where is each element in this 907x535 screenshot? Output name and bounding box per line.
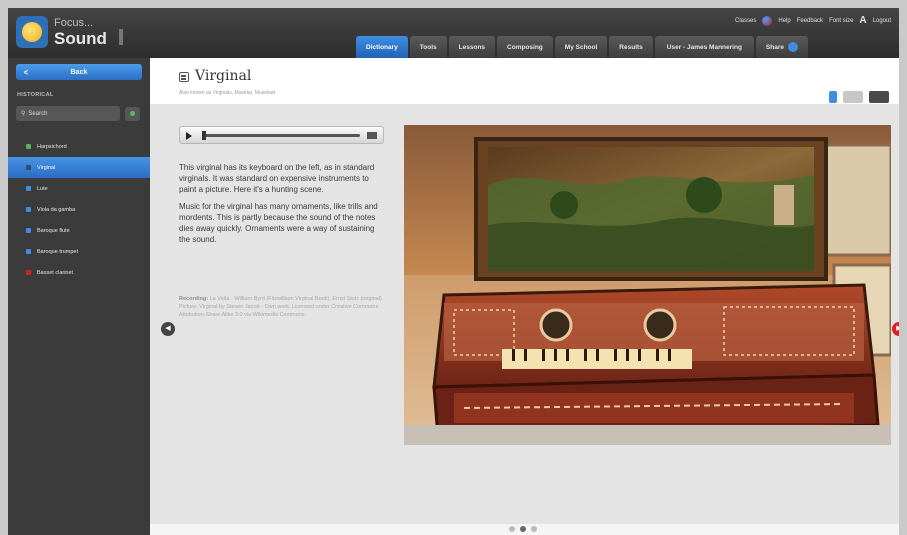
instrument-icon bbox=[26, 165, 31, 170]
sidebar-item-virginal[interactable]: Virginal bbox=[8, 157, 150, 178]
search-placeholder: Search bbox=[28, 110, 48, 117]
page-title: Virginal bbox=[195, 68, 252, 84]
share-icon bbox=[788, 42, 798, 52]
back-button[interactable]: < Back bbox=[16, 64, 142, 80]
tab-lessons[interactable]: Lessons bbox=[448, 36, 496, 58]
tab-share[interactable]: Share bbox=[755, 36, 808, 58]
sidebar-item-viola-da-gamba[interactable]: Viola da gamba bbox=[8, 199, 150, 220]
tab-tools[interactable]: Tools bbox=[409, 36, 447, 58]
bottom-pagination-bar bbox=[150, 524, 899, 535]
search-go-button[interactable] bbox=[125, 107, 140, 121]
volume-icon[interactable] bbox=[367, 132, 377, 139]
logo-icon bbox=[16, 16, 48, 48]
page-subtitle: Also known as Virginals, Muselar, Musela… bbox=[179, 90, 276, 96]
main-nav-tabs: Dictionary Tools Lessons Composing My Sc… bbox=[356, 36, 810, 58]
sidebar: < Back HISTORICAL ⚲ Search Harpsichord V… bbox=[8, 58, 150, 535]
page-dot[interactable] bbox=[509, 526, 515, 532]
instrument-icon bbox=[26, 186, 31, 191]
credits-text: La Volta - William Byrd (Fitzwilliam Vir… bbox=[179, 296, 382, 318]
credits-label: Recording: bbox=[179, 296, 209, 302]
tab-user[interactable]: User - James Mannering bbox=[654, 36, 754, 58]
instrument-icon bbox=[26, 249, 31, 254]
feedback-link[interactable]: Feedback bbox=[797, 18, 823, 24]
description-paragraph: Music for the virginal has many ornament… bbox=[179, 202, 378, 244]
page-dot-active[interactable] bbox=[520, 526, 526, 532]
audio-player bbox=[179, 126, 384, 144]
help-link[interactable]: Help bbox=[778, 18, 790, 24]
instrument-icon bbox=[26, 228, 31, 233]
text-view-icon[interactable] bbox=[829, 91, 837, 103]
font-size-increase-button[interactable]: A bbox=[859, 15, 866, 26]
instrument-icon bbox=[26, 207, 31, 212]
search-input[interactable]: ⚲ Search bbox=[16, 106, 120, 121]
logo-text-line1: Focus... bbox=[54, 17, 94, 29]
main-content: Virginal Also known as Virginals, Musela… bbox=[150, 58, 899, 535]
app-logo[interactable]: Focus... Sound bbox=[16, 14, 126, 50]
previous-arrow-icon[interactable]: ◀ bbox=[161, 322, 175, 336]
tab-composing[interactable]: Composing bbox=[497, 36, 553, 58]
audio-progress-track[interactable] bbox=[202, 134, 360, 137]
sidebar-item-basset-clarinet[interactable]: Basset clarinet bbox=[8, 262, 150, 283]
virginal-image bbox=[404, 125, 891, 445]
logo-text-line2: Sound bbox=[54, 29, 107, 48]
image-view-icon[interactable] bbox=[843, 91, 863, 103]
sidebar-item-label: Baroque trumpet bbox=[37, 248, 78, 255]
tab-dictionary[interactable]: Dictionary bbox=[356, 36, 408, 58]
dictionary-entry-icon bbox=[179, 72, 189, 82]
sidebar-item-lute[interactable]: Lute bbox=[8, 178, 150, 199]
page-indicator bbox=[509, 526, 537, 532]
tab-share-label: Share bbox=[765, 43, 784, 51]
flag-icon[interactable] bbox=[762, 15, 773, 26]
instrument-photo bbox=[404, 125, 891, 445]
sidebar-item-label: Baroque flute bbox=[37, 227, 70, 234]
content-header: Virginal Also known as Virginals, Musela… bbox=[150, 58, 899, 104]
play-icon[interactable] bbox=[186, 132, 192, 140]
font-size-link[interactable]: Font size bbox=[829, 18, 853, 24]
sidebar-item-label: Basset clarinet bbox=[37, 269, 74, 276]
sidebar-item-harpsichord[interactable]: Harpsichord bbox=[8, 136, 150, 157]
back-button-label: Back bbox=[70, 68, 88, 76]
instrument-icon bbox=[26, 270, 31, 275]
video-view-icon[interactable] bbox=[869, 91, 889, 103]
view-mode-buttons bbox=[829, 91, 889, 103]
sidebar-item-baroque-flute[interactable]: Baroque flute bbox=[8, 220, 150, 241]
tab-my-school[interactable]: My School bbox=[554, 36, 608, 58]
search-icon: ⚲ bbox=[21, 111, 26, 117]
sidebar-item-label: Lute bbox=[37, 185, 48, 192]
description: This virginal has its keyboard on the le… bbox=[179, 162, 384, 251]
top-header: Focus... Sound Classes Help Feedback Fon… bbox=[8, 8, 899, 58]
instrument-icon bbox=[26, 144, 31, 149]
app-window: Focus... Sound Classes Help Feedback Fon… bbox=[8, 8, 899, 535]
credits: Recording: La Volta - William Byrd (Fitz… bbox=[179, 295, 384, 319]
sidebar-section-heading: HISTORICAL bbox=[17, 92, 54, 98]
page-dot[interactable] bbox=[531, 526, 537, 532]
logo-mark bbox=[119, 29, 123, 45]
instrument-list: Harpsichord Virginal Lute Viola da gamba… bbox=[8, 136, 150, 283]
next-arrow-icon[interactable]: ▶ bbox=[892, 322, 899, 336]
sidebar-item-label: Harpsichord bbox=[37, 143, 67, 150]
utility-links: Classes Help Feedback Font size A Logout bbox=[735, 15, 891, 26]
classes-link[interactable]: Classes bbox=[735, 18, 756, 24]
chevron-left-icon: < bbox=[23, 67, 29, 77]
sidebar-item-label: Viola da gamba bbox=[37, 206, 76, 213]
logout-link[interactable]: Logout bbox=[873, 18, 891, 24]
tab-results[interactable]: Results bbox=[609, 36, 653, 58]
sidebar-item-label: Virginal bbox=[37, 164, 56, 171]
audio-progress-handle[interactable] bbox=[202, 131, 206, 140]
sidebar-item-baroque-trumpet[interactable]: Baroque trumpet bbox=[8, 241, 150, 262]
description-paragraph: This virginal has its keyboard on the le… bbox=[179, 163, 375, 194]
